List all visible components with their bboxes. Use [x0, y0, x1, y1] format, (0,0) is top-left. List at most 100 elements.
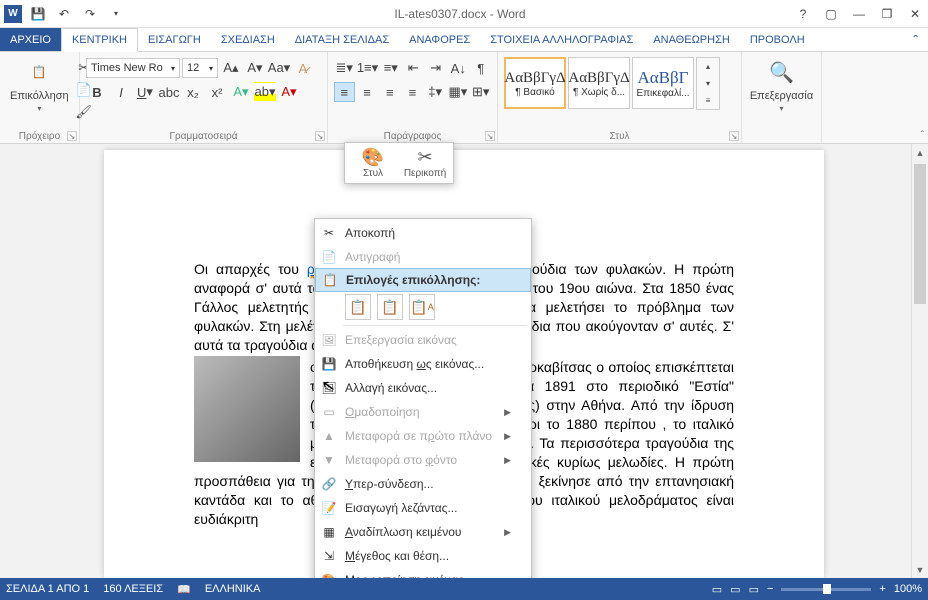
styles-up[interactable]: ▴	[697, 58, 719, 75]
ctx-send-back[interactable]: ▼Μεταφορά στο φόντο▶	[315, 448, 531, 472]
scroll-thumb[interactable]	[914, 164, 926, 304]
scroll-up[interactable]: ▲	[912, 144, 928, 161]
styles-launcher[interactable]: ↘	[729, 131, 739, 141]
qat-redo[interactable]: ↷	[80, 4, 100, 24]
ctx-save-as-picture[interactable]: 💾Αποθήκευση ως εικόνας...	[315, 352, 531, 376]
title-bar: W 💾 ↶ ↷ ▾ IL-ates0307.docx - Word ? ▢ — …	[0, 0, 928, 28]
view-readmode[interactable]: ▭	[712, 583, 722, 596]
paste-button[interactable]: 📋 Επικόλληση ▾	[6, 54, 73, 122]
highlight-button[interactable]: ab▾	[254, 82, 276, 102]
ctx-edit-picture[interactable]: 🖼Επεξεργασία εικόνας	[315, 328, 531, 352]
collapse-ribbon[interactable]: ˆ	[921, 130, 924, 141]
paste-keep-source[interactable]: 📋	[345, 294, 371, 320]
tab-layout[interactable]: ΔΙΑΤΑΞΗ ΣΕΛΙΔΑΣ	[285, 28, 399, 51]
increase-indent[interactable]: ⇥	[426, 58, 447, 78]
clear-formatting[interactable]: A̷	[292, 58, 314, 78]
ctx-bring-front[interactable]: ▲Μεταφορά σε πρώτο πλάνο▶	[315, 424, 531, 448]
subscript-button[interactable]: x₂	[182, 82, 204, 102]
bold-button[interactable]: B	[86, 82, 108, 102]
ctx-wrap-text[interactable]: ▦Αναδίπλωση κειμένου▶	[315, 520, 531, 544]
tab-mailings[interactable]: ΣΤΟΙΧΕΙΑ ΑΛΛΗΛΟΓΡΑΦΙΑΣ	[480, 28, 643, 51]
font-launcher[interactable]: ↘	[315, 131, 325, 141]
group-paragraph-label: Παράγραφος	[328, 131, 497, 142]
tab-view[interactable]: ΠΡΟΒΟΛΗ	[740, 28, 815, 51]
paste-merge[interactable]: 📋	[377, 294, 403, 320]
line-spacing[interactable]: ‡▾	[425, 82, 446, 102]
style-heading1[interactable]: ΑαΒβΓΕπικεφαλί...	[632, 57, 694, 109]
editing-button[interactable]: 🔍 Επεξεργασία ▾	[748, 54, 815, 115]
multilevel-button[interactable]: ≡▾	[381, 58, 402, 78]
status-proofing-icon[interactable]: 📖	[177, 583, 191, 596]
align-justify[interactable]: ≡	[402, 82, 423, 102]
zoom-in[interactable]: +	[879, 583, 885, 595]
borders-button[interactable]: ⊞▾	[470, 82, 491, 102]
ctx-copy[interactable]: 📄Αντιγραφή	[315, 245, 531, 269]
help-button[interactable]: ?	[794, 5, 812, 23]
styles-gallery[interactable]: ΑαΒβΓγΔ¶ Βασικό ΑαΒβΓγΔ¶ Χωρίς δ... ΑαΒβ…	[504, 57, 735, 110]
decrease-indent[interactable]: ⇤	[403, 58, 424, 78]
tab-design[interactable]: ΣΧΕΔΙΑΣΗ	[211, 28, 285, 51]
vertical-scrollbar[interactable]: ▲ ▼	[911, 144, 928, 578]
ctx-paste-row: 📋 📋 📋A	[315, 291, 531, 323]
qat-save[interactable]: 💾	[28, 4, 48, 24]
show-marks[interactable]: ¶	[471, 58, 492, 78]
scroll-down[interactable]: ▼	[912, 561, 928, 578]
font-color-button[interactable]: A▾	[278, 82, 300, 102]
style-nospacing[interactable]: ΑαΒβΓγΔ¶ Χωρίς δ...	[568, 57, 630, 109]
zoom-level[interactable]: 100%	[894, 583, 922, 595]
ribbon-collapse-icon[interactable]: ˆ	[913, 32, 918, 48]
align-left[interactable]: ≡	[334, 82, 355, 102]
tab-references[interactable]: ΑΝΑΦΟΡΕΣ	[399, 28, 480, 51]
close-button[interactable]: ✕	[906, 5, 924, 23]
font-name-combo[interactable]: Times New Ro▾	[86, 58, 180, 78]
qat-custom[interactable]: ▾	[106, 4, 126, 24]
view-print[interactable]: ▭	[730, 583, 740, 596]
superscript-button[interactable]: x²	[206, 82, 228, 102]
underline-button[interactable]: U▾	[134, 82, 156, 102]
mini-crop[interactable]: ✂Περικοπή	[401, 147, 449, 179]
qat-undo[interactable]: ↶	[54, 4, 74, 24]
status-page[interactable]: ΣΕΛΙΔΑ 1 ΑΠΟ 1	[6, 583, 89, 595]
sort-button[interactable]: A↓	[448, 58, 469, 78]
clipboard-launcher[interactable]: ↘	[67, 131, 77, 141]
inline-image[interactable]	[194, 356, 300, 462]
restore-button[interactable]: ❐	[878, 5, 896, 23]
shrink-font[interactable]: A▾	[244, 58, 266, 78]
tab-file[interactable]: ΑΡΧΕΙΟ	[0, 28, 61, 51]
ctx-change-picture[interactable]: 🖼Αλλαγή εικόνας...	[315, 376, 531, 400]
minimize-button[interactable]: —	[850, 5, 868, 23]
change-case[interactable]: Aa▾	[268, 58, 290, 78]
tab-insert[interactable]: ΕΙΣΑΓΩΓΗ	[138, 28, 211, 51]
bullets-button[interactable]: ≣▾	[334, 58, 355, 78]
ctx-paste-options[interactable]: 📋Επιλογές επικόλλησης:	[315, 268, 531, 292]
strike-button[interactable]: abc	[158, 82, 180, 102]
mini-styles[interactable]: 🎨Στυλ	[349, 147, 397, 179]
font-size-combo[interactable]: 12▾	[182, 58, 218, 78]
ctx-cut[interactable]: ✂Αποκοπή	[315, 221, 531, 245]
ctx-group[interactable]: ▭Ομαδοποίηση▶	[315, 400, 531, 424]
status-words[interactable]: 160 ΛΕΞΕΙΣ	[103, 583, 163, 595]
zoom-slider[interactable]	[781, 588, 871, 591]
shading-button[interactable]: ▦▾	[448, 82, 469, 102]
tab-review[interactable]: ΑΝΑΘΕΩΡΗΣΗ	[643, 28, 740, 51]
ribbon-display-button[interactable]: ▢	[822, 5, 840, 23]
paragraph-launcher[interactable]: ↘	[485, 131, 495, 141]
grow-font[interactable]: A▴	[220, 58, 242, 78]
zoom-out[interactable]: −	[767, 583, 773, 595]
text-effects[interactable]: A▾	[230, 82, 252, 102]
styles-down[interactable]: ▾	[697, 75, 719, 92]
paste-text-only[interactable]: 📋A	[409, 294, 435, 320]
ctx-size-position[interactable]: ⇲Μέγεθος και θέση...	[315, 544, 531, 568]
align-right[interactable]: ≡	[379, 82, 400, 102]
ctx-hyperlink[interactable]: 🔗Υπερ-σύνδεση...	[315, 472, 531, 496]
status-language[interactable]: ΕΛΛΗΝΙΚΑ	[205, 583, 261, 595]
italic-button[interactable]: I	[110, 82, 132, 102]
ctx-insert-caption[interactable]: 📝Εισαγωγή λεζάντας...	[315, 496, 531, 520]
numbering-button[interactable]: 1≡▾	[357, 58, 379, 78]
view-web[interactable]: ▭	[749, 583, 759, 596]
styles-more[interactable]: ≡	[697, 92, 719, 109]
group-font-label: Γραμματοσειρά	[80, 131, 327, 142]
style-normal[interactable]: ΑαΒβΓγΔ¶ Βασικό	[504, 57, 566, 109]
align-center[interactable]: ≡	[357, 82, 378, 102]
tab-home[interactable]: ΚΕΝΤΡΙΚΗ	[61, 28, 138, 52]
